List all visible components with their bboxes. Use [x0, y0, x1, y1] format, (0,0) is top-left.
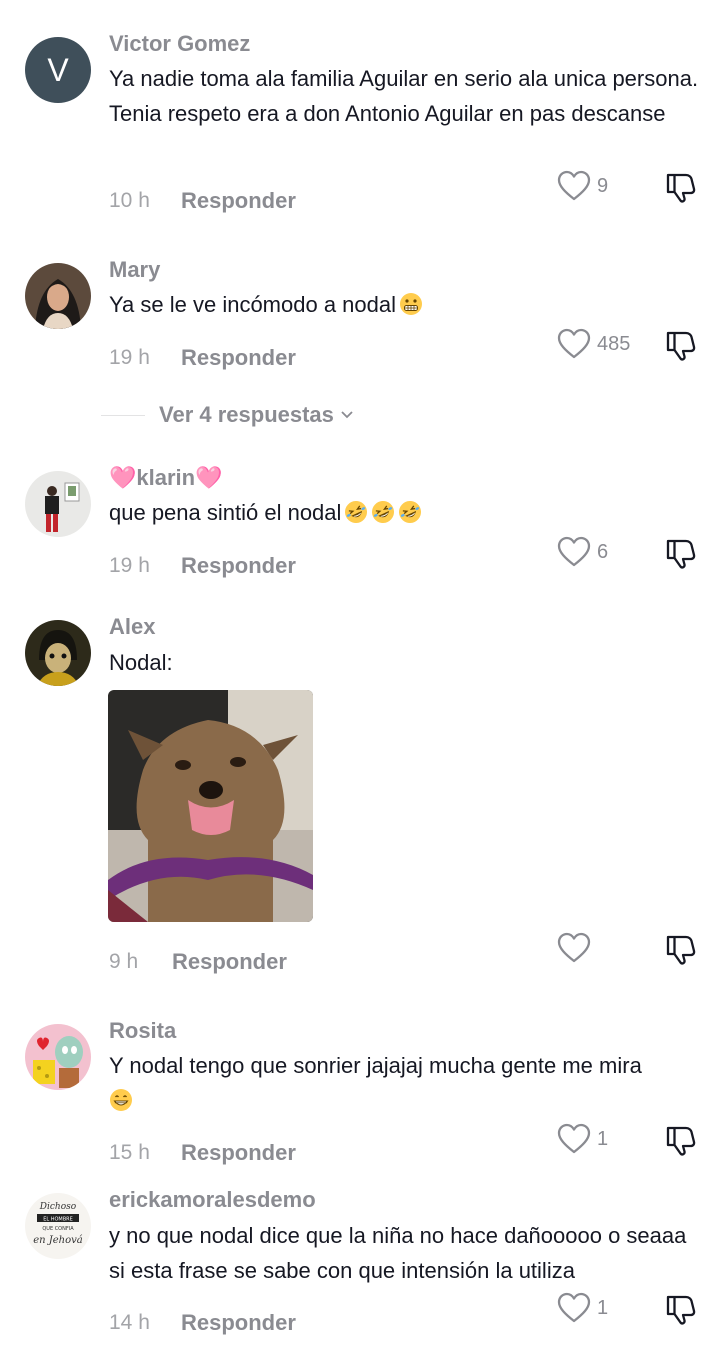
- chevron-down-icon: [341, 411, 353, 419]
- thumbs-down-icon[interactable]: [664, 1123, 698, 1157]
- comment-time: 19 h: [109, 346, 150, 369]
- like-count: 485: [597, 332, 631, 355]
- comment-time: 19 h: [109, 554, 150, 577]
- heart-icon: [557, 932, 591, 964]
- grimacing-face-icon: [399, 292, 423, 316]
- heart-icon: [557, 1292, 591, 1324]
- meme-image[interactable]: [108, 690, 313, 922]
- comment-text: Nodal:: [109, 650, 173, 675]
- like-button[interactable]: 1: [557, 1292, 608, 1324]
- comment-time: 14 h: [109, 1311, 150, 1334]
- username[interactable]: Victor Gomez: [109, 31, 250, 57]
- comment-time: 15 h: [109, 1141, 150, 1164]
- comment-text: Y nodal tengo que sonrier jajajaj mucha …: [109, 1048, 699, 1118]
- username[interactable]: 🩷klarin🩷: [109, 465, 222, 491]
- avatar[interactable]: V: [25, 37, 91, 103]
- view-replies-button[interactable]: Ver 4 respuestas: [101, 402, 354, 428]
- view-replies-label: Ver 4 respuestas: [159, 402, 334, 427]
- grinning-face-icon: [109, 1088, 133, 1112]
- avatar[interactable]: [25, 1024, 91, 1090]
- comment-text: que pena sintió el nodal: [109, 495, 699, 530]
- profile-photo: [25, 471, 91, 537]
- profile-photo: [25, 263, 91, 329]
- reply-button[interactable]: Responder: [172, 949, 287, 975]
- thumbs-down-icon[interactable]: [664, 1292, 698, 1326]
- like-count: 1: [597, 1127, 609, 1150]
- avatar-script-line: EL HOMBRE: [43, 1217, 73, 1223]
- rolling-laughing-icon: [371, 500, 395, 524]
- profile-photo: [25, 1024, 91, 1090]
- like-button[interactable]: 9: [557, 170, 608, 202]
- profile-photo: Dichoso EL HOMBRE QUE CONFIA en Jehová: [25, 1193, 91, 1259]
- reply-button[interactable]: Responder: [181, 345, 296, 371]
- rolling-laughing-icon: [398, 500, 422, 524]
- heart-icon: [557, 536, 591, 568]
- like-button[interactable]: 6: [557, 536, 608, 568]
- like-count: 6: [597, 540, 609, 563]
- username[interactable]: erickamoralesdemo: [109, 1187, 316, 1213]
- like-count: 9: [597, 174, 609, 197]
- avatar[interactable]: Dichoso EL HOMBRE QUE CONFIA en Jehová: [25, 1193, 91, 1259]
- avatar[interactable]: [25, 471, 91, 537]
- comment-time: 9 h: [109, 950, 139, 973]
- reply-button[interactable]: Responder: [181, 1310, 296, 1336]
- thumbs-down-icon[interactable]: [664, 932, 698, 966]
- like-count: 1: [597, 1296, 609, 1319]
- reply-button[interactable]: Responder: [181, 553, 296, 579]
- like-button[interactable]: 1: [557, 1123, 608, 1155]
- avatar-script-line: QUE CONFIA: [42, 1226, 74, 1232]
- avatar[interactable]: [25, 263, 91, 329]
- profile-photo: [25, 620, 91, 686]
- comment-text: y no que nodal dice que la niña no hace …: [109, 1223, 687, 1283]
- avatar-script-line: en Jehová: [33, 1235, 83, 1246]
- like-button[interactable]: 485: [557, 328, 630, 360]
- reply-button[interactable]: Responder: [181, 188, 296, 214]
- heart-icon: [557, 328, 591, 360]
- avatar-script-line: Dichoso: [39, 1202, 77, 1212]
- avatar[interactable]: [25, 620, 91, 686]
- thumbs-down-icon[interactable]: [664, 170, 698, 204]
- thumbs-down-icon[interactable]: [664, 536, 698, 570]
- comment-time: 10 h: [109, 189, 150, 212]
- username[interactable]: Alex: [109, 614, 155, 640]
- thumbs-down-icon[interactable]: [664, 328, 698, 362]
- reply-button[interactable]: Responder: [181, 1140, 296, 1166]
- avatar-letter: V: [47, 51, 69, 88]
- comment-text: Ya se le ve incómodo a nodal: [109, 287, 699, 322]
- rolling-laughing-icon: [344, 500, 368, 524]
- dog-meme-image: [108, 690, 313, 922]
- heart-icon: [557, 1123, 591, 1155]
- comment-text: Ya nadie toma ala familia Aguilar en ser…: [109, 66, 699, 126]
- like-button[interactable]: [557, 932, 597, 964]
- divider: [101, 414, 145, 416]
- username[interactable]: Rosita: [109, 1018, 176, 1044]
- heart-icon: [557, 170, 591, 202]
- username[interactable]: Mary: [109, 257, 160, 283]
